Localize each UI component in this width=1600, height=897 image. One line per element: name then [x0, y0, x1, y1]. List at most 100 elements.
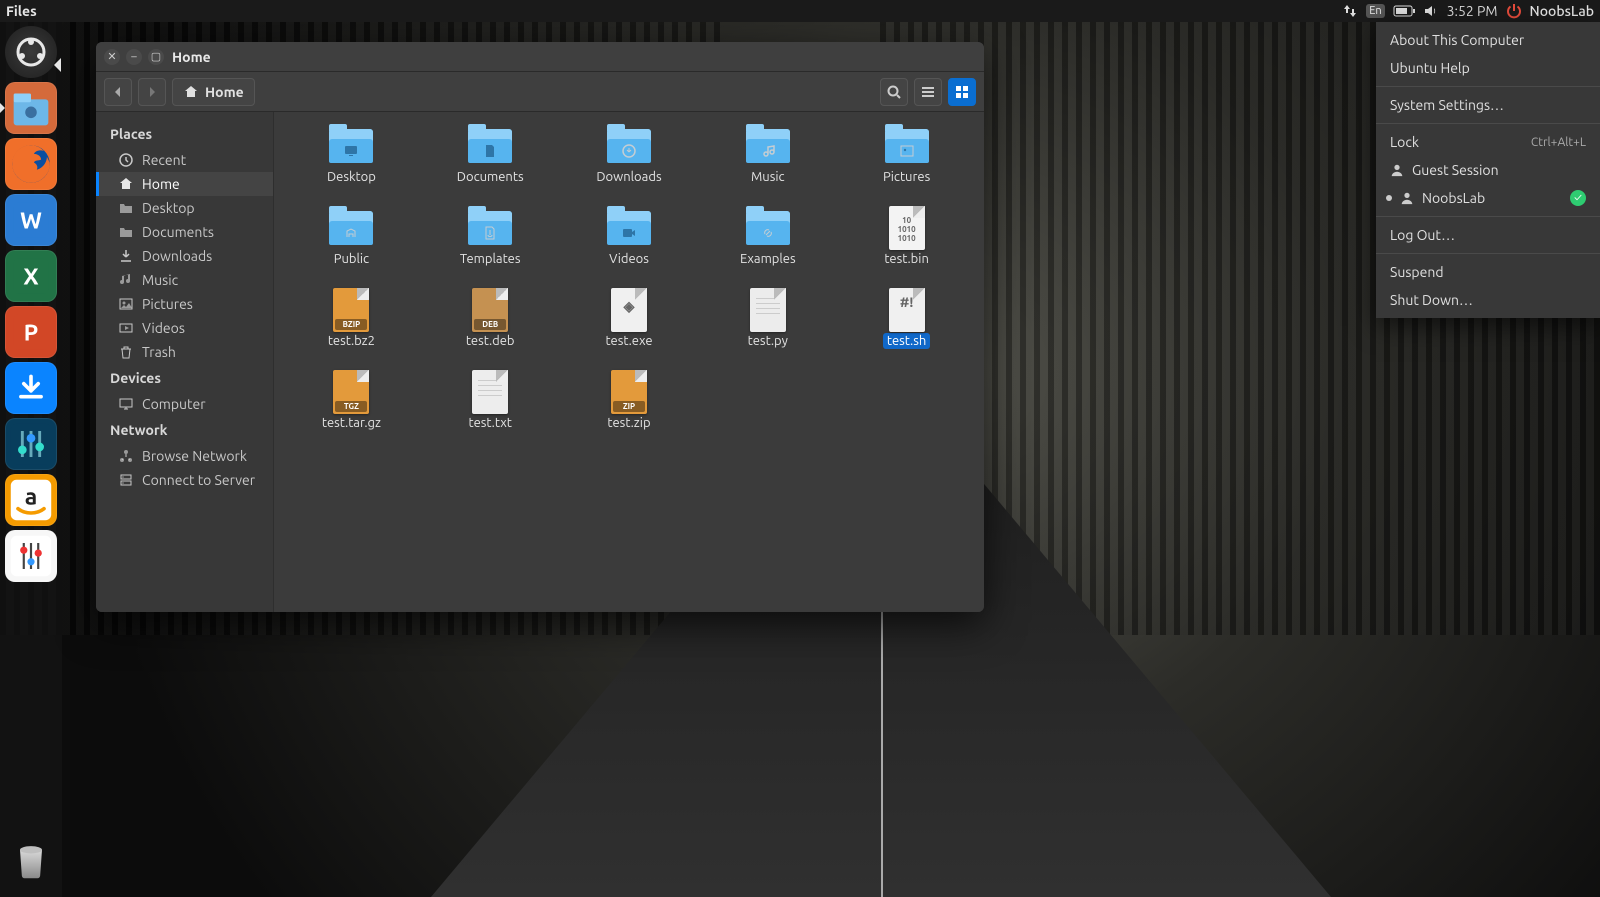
file-test-bz2[interactable]: BZIPtest.bz2: [286, 286, 417, 352]
keyboard-layout-indicator[interactable]: En: [1366, 4, 1384, 18]
folder-icon: [329, 211, 373, 245]
launcher-dash[interactable]: [5, 26, 57, 78]
content-area[interactable]: DesktopDocuments Downloads Music Pictures Pu…: [274, 112, 984, 612]
file-icon: #!: [889, 288, 925, 332]
nav-back-button[interactable]: [104, 78, 132, 106]
menu-about-computer[interactable]: About This Computer: [1376, 26, 1600, 54]
launcher-firefox[interactable]: [5, 138, 57, 190]
menu-ubuntu-help[interactable]: Ubuntu Help: [1376, 54, 1600, 82]
view-grid-button[interactable]: [948, 78, 976, 106]
svg-text:X: X: [23, 264, 38, 290]
file-test-py[interactable]: test.py: [702, 286, 833, 352]
launcher-settings-tool[interactable]: [5, 530, 57, 582]
menu-separator: [1376, 216, 1600, 217]
file-test-txt[interactable]: test.txt: [425, 368, 556, 434]
file-test-zip[interactable]: ZIPtest.zip: [564, 368, 695, 434]
view-list-button[interactable]: [914, 78, 942, 106]
launcher-amazon[interactable]: a: [5, 474, 57, 526]
window-maximize-button[interactable]: ▢: [148, 49, 164, 65]
folder-videos[interactable]: Videos: [564, 204, 695, 270]
network-indicator-icon[interactable]: [1342, 3, 1358, 19]
sidebar-item-label: Videos: [142, 320, 185, 336]
launcher-mixer[interactable]: [5, 418, 57, 470]
svg-text:P: P: [24, 320, 39, 346]
session-username[interactable]: NoobsLab: [1530, 3, 1594, 19]
folder-templates[interactable]: Templates: [425, 204, 556, 270]
launcher-files[interactable]: [5, 82, 57, 134]
window-minimize-button[interactable]: –: [126, 49, 142, 65]
folder-documents[interactable]: Documents: [425, 122, 556, 188]
folder-downloads[interactable]: Downloads: [564, 122, 695, 188]
file-test-exe[interactable]: ◈test.exe: [564, 286, 695, 352]
file-test-bin[interactable]: 1010101010test.bin: [841, 204, 972, 270]
menu-guest-session[interactable]: Guest Session: [1376, 156, 1600, 184]
folder-icon: [329, 129, 373, 163]
file-test-deb[interactable]: DEBtest.deb: [425, 286, 556, 352]
sidebar-item-trash[interactable]: Trash: [96, 340, 273, 364]
launcher-download[interactable]: [5, 362, 57, 414]
sidebar-item-documents[interactable]: Documents: [96, 220, 273, 244]
clock[interactable]: 3:52 PM: [1447, 3, 1498, 19]
file-icon: DEB: [472, 288, 508, 332]
menu-shut-down[interactable]: Shut Down…: [1376, 286, 1600, 314]
nav-forward-button[interactable]: [138, 78, 166, 106]
launcher-powerpoint[interactable]: P: [5, 306, 57, 358]
folder-music[interactable]: Music: [702, 122, 833, 188]
sidebar-item-computer[interactable]: Computer: [96, 392, 273, 416]
item-label: Pictures: [883, 170, 930, 184]
sidebar-item-label: Desktop: [142, 200, 195, 216]
sidebar-item-browse-network[interactable]: Browse Network: [96, 444, 273, 468]
sidebar: Places RecentHomeDesktopDocumentsDownloa…: [96, 112, 274, 612]
sidebar-item-recent[interactable]: Recent: [96, 148, 273, 172]
launcher-trash[interactable]: [5, 833, 57, 885]
app-menu-name[interactable]: Files: [6, 3, 37, 19]
menu-lock[interactable]: LockCtrl+Alt+L: [1376, 128, 1600, 156]
sidebar-item-label: Connect to Server: [142, 472, 255, 488]
menu-suspend[interactable]: Suspend: [1376, 258, 1600, 286]
item-label: test.sh: [884, 334, 929, 348]
menu-current-user[interactable]: NoobsLab ✓: [1376, 184, 1600, 212]
home-icon: [183, 84, 199, 100]
sidebar-item-home[interactable]: Home: [96, 172, 273, 196]
power-icon[interactable]: [1506, 3, 1522, 19]
sound-indicator-icon[interactable]: [1423, 3, 1439, 19]
sidebar-item-videos[interactable]: Videos: [96, 316, 273, 340]
folder-public[interactable]: Public: [286, 204, 417, 270]
window-close-button[interactable]: ✕: [104, 49, 120, 65]
sidebar-item-music[interactable]: Music: [96, 268, 273, 292]
folder-examples[interactable]: Examples: [702, 204, 833, 270]
sidebar-item-pictures[interactable]: Pictures: [96, 292, 273, 316]
toolbar: Home: [96, 72, 984, 112]
active-user-dot-icon: [1386, 195, 1392, 201]
sidebar-item-desktop[interactable]: Desktop: [96, 196, 273, 220]
item-label: Examples: [740, 252, 796, 266]
sidebar-item-connect-to-server[interactable]: Connect to Server: [96, 468, 273, 492]
sidebar-item-label: Downloads: [142, 248, 212, 264]
sidebar-header-network: Network: [96, 416, 273, 444]
sidebar-item-label: Recent: [142, 152, 186, 168]
sidebar-item-label: Documents: [142, 224, 214, 240]
launcher-word[interactable]: W: [5, 194, 57, 246]
item-label: Public: [334, 252, 369, 266]
user-icon: [1390, 163, 1404, 177]
path-home-button[interactable]: Home: [172, 78, 255, 106]
user-icon: [1400, 191, 1414, 205]
file-test-sh[interactable]: #! test.sh: [841, 286, 972, 352]
svg-text:W: W: [20, 208, 42, 234]
file-icon: ◈: [611, 288, 647, 332]
sidebar-item-downloads[interactable]: Downloads: [96, 244, 273, 268]
sidebar-item-label: Music: [142, 272, 178, 288]
file-test-tar-gz[interactable]: TGZtest.tar.gz: [286, 368, 417, 434]
file-icon: BZIP: [333, 288, 369, 332]
window-titlebar[interactable]: ✕ – ▢ Home: [96, 42, 984, 72]
item-label: test.zip: [607, 416, 650, 430]
battery-indicator-icon[interactable]: [1393, 5, 1415, 17]
folder-desktop[interactable]: Desktop: [286, 122, 417, 188]
menu-log-out[interactable]: Log Out…: [1376, 221, 1600, 249]
launcher-excel[interactable]: X: [5, 250, 57, 302]
search-button[interactable]: [880, 78, 908, 106]
sidebar-item-label: Browse Network: [142, 448, 247, 464]
menu-system-settings[interactable]: System Settings…: [1376, 91, 1600, 119]
folder-pictures[interactable]: Pictures: [841, 122, 972, 188]
item-label: Downloads: [596, 170, 661, 184]
